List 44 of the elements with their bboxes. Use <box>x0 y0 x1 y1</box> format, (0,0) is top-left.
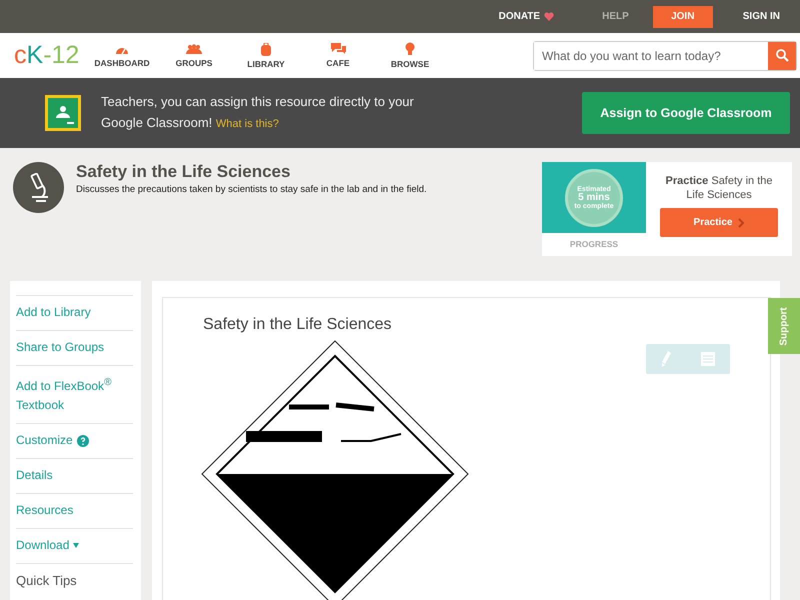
sidebar-link[interactable]: Customize <box>16 431 89 450</box>
chat-icon <box>330 43 346 55</box>
sign-in-link[interactable]: SIGN IN <box>718 11 786 22</box>
backpack-icon <box>260 42 272 56</box>
help-icon <box>76 434 89 446</box>
chevron-right-icon <box>738 218 744 228</box>
sidebar-link[interactable]: Add to FlexBook$^{®}$ Textbook <box>16 373 133 415</box>
highlighter-button[interactable] <box>661 351 671 367</box>
notes-icon <box>701 352 715 366</box>
join-button[interactable]: JOIN <box>652 6 713 28</box>
nav-item[interactable]: LIBRARY <box>230 42 302 68</box>
classroom-message: Teachers, you can assign this resource directly to your Google Classroom! What is this? <box>101 93 415 132</box>
nav-item[interactable]: BROWSE <box>374 42 446 69</box>
practice-heading: Practice Safety in the Life Sciences <box>664 174 774 202</box>
pen-icon <box>661 351 671 367</box>
sidebar-link[interactable]: Share to Groups <box>16 338 104 357</box>
people-icon <box>186 44 202 54</box>
classroom-icon <box>45 95 81 131</box>
heart-icon <box>544 12 554 21</box>
help-link[interactable]: HELP <box>578 11 653 22</box>
progress-label: PROGRESS <box>568 239 620 249</box>
sidebar-link[interactable]: Details <box>16 466 53 485</box>
search-icon <box>776 49 788 62</box>
sidebar-link[interactable]: Resources <box>16 501 74 520</box>
practice-button[interactable]: Practice <box>660 208 778 237</box>
nav-item[interactable]: DASHBOARD <box>86 44 158 68</box>
support-tab[interactable]: Support <box>768 298 800 354</box>
nav-item[interactable]: CAFE <box>302 43 374 68</box>
lesson-title: Safety in the Life Sciences <box>76 162 292 182</box>
nav-item[interactable]: GROUPS <box>158 44 230 68</box>
quick-tips-label[interactable]: Quick Tips <box>16 571 77 590</box>
notes-button[interactable] <box>701 352 715 366</box>
search-field[interactable]: What do you want to learn today? <box>533 40 797 70</box>
caret-icon <box>73 543 80 548</box>
lesson-description: Discusses the precautions taken by scientists to stay safe in the lab and in the field. <box>76 184 427 195</box>
content-title: Safety in the Life Sciences <box>203 316 393 334</box>
lightbulb-icon <box>405 42 415 56</box>
assign-button[interactable]: Assign to Google Classroom <box>582 92 790 134</box>
sidebar-link[interactable]: Add to Library <box>16 303 91 322</box>
search-button[interactable] <box>768 42 796 70</box>
logo[interactable]: cK-12 <box>14 41 86 70</box>
donate-link[interactable]: DONATE <box>474 11 578 22</box>
sidebar-link[interactable]: Download <box>16 536 80 555</box>
what-is-this-link[interactable]: What is this? <box>216 118 279 130</box>
